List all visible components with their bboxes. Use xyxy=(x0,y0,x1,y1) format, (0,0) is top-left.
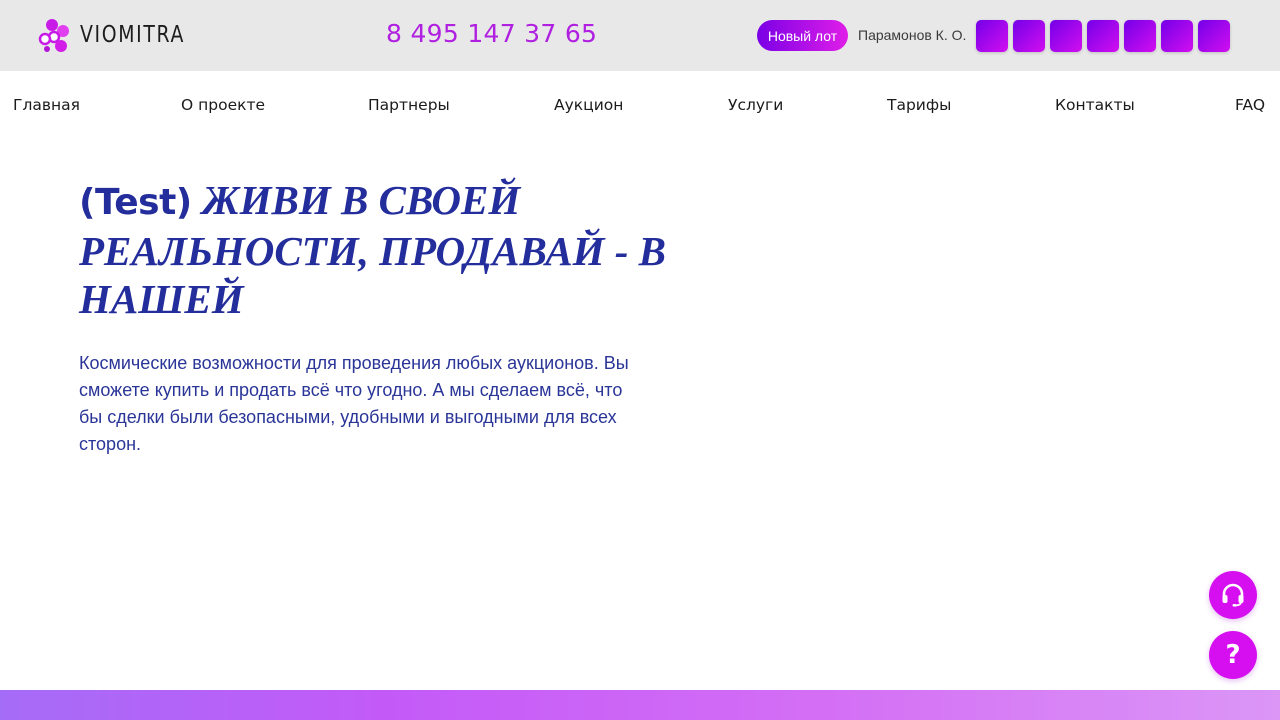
logo-text: VIOMITRA xyxy=(80,22,186,48)
footer-gradient-strip xyxy=(0,690,1280,720)
main-nav: Главная О проекте Партнеры Аукцион Услуг… xyxy=(0,96,1280,118)
header-tile-icon[interactable] xyxy=(976,20,1008,52)
nav-item-contacts[interactable]: Контакты xyxy=(1055,96,1135,114)
hero-title: (Test) ЖИВИ В СВОЕЙ РЕАЛЬНОСТИ, ПРОДАВАЙ… xyxy=(79,176,679,323)
nav-item-services[interactable]: Услуги xyxy=(728,96,783,114)
logo[interactable]: VIOMITRA xyxy=(38,15,208,55)
new-lot-button[interactable]: Новый лот xyxy=(757,20,848,51)
nav-item-partners[interactable]: Партнеры xyxy=(368,96,450,114)
question-mark-icon: ? xyxy=(1225,640,1241,670)
header-tile-icon[interactable] xyxy=(1124,20,1156,52)
logo-icon xyxy=(38,19,69,52)
user-name[interactable]: Парамонов К. О. xyxy=(858,27,966,43)
hero-description: Космические возможности для проведения л… xyxy=(79,353,629,454)
nav-item-about[interactable]: О проекте xyxy=(181,96,265,114)
nav-item-home[interactable]: Главная xyxy=(13,96,80,114)
phone-number[interactable]: 8 495 147 37 65 xyxy=(386,19,597,48)
hero-title-prefix: (Test) xyxy=(79,182,192,223)
nav-item-tariffs[interactable]: Тарифы xyxy=(887,96,951,114)
header-tile-icon[interactable] xyxy=(1198,20,1230,52)
header-tile-icon[interactable] xyxy=(1161,20,1193,52)
header-tile-icon[interactable] xyxy=(1087,20,1119,52)
header-tile-icon[interactable] xyxy=(1013,20,1045,52)
header-tile-icon[interactable] xyxy=(1050,20,1082,52)
header-icon-buttons xyxy=(976,20,1230,52)
help-button[interactable]: ? xyxy=(1209,631,1257,679)
top-header: VIOMITRA 8 495 147 37 65 Новый лот Парам… xyxy=(0,0,1280,71)
nav-item-faq[interactable]: FAQ xyxy=(1235,96,1265,114)
nav-item-auction[interactable]: Аукцион xyxy=(554,96,623,114)
support-button[interactable] xyxy=(1209,571,1257,619)
headset-icon xyxy=(1222,583,1244,607)
